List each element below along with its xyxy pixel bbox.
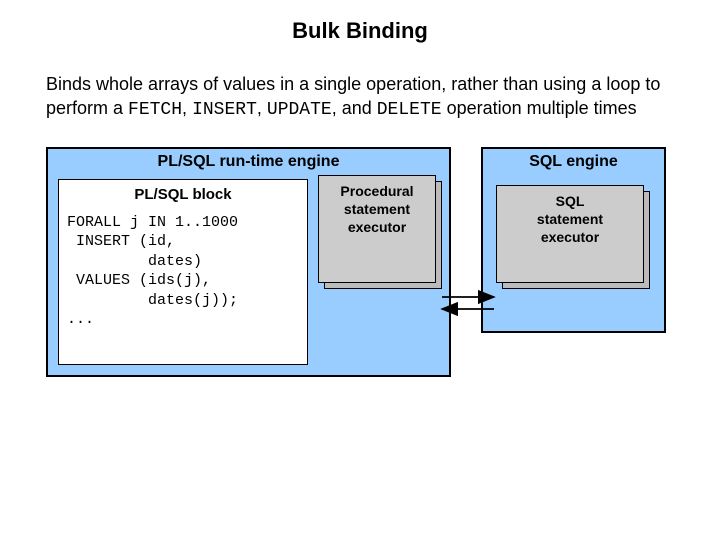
desc-suffix: operation multiple times: [442, 98, 637, 118]
kw-delete: DELETE: [377, 100, 442, 120]
procedural-executor-box: Procedural statement executor: [318, 175, 442, 289]
desc-sep2: ,: [257, 98, 267, 118]
plsql-block: PL/SQL block FORALL j IN 1..1000 INSERT …: [58, 179, 308, 365]
plsql-block-label: PL/SQL block: [67, 186, 299, 203]
page-title: Bulk Binding: [0, 18, 720, 44]
plsql-code: FORALL j IN 1..1000 INSERT (id, dates) V…: [67, 213, 299, 330]
sql-executor-box: SQL statement executor: [496, 185, 650, 289]
kw-fetch: FETCH: [128, 100, 182, 120]
desc-sep3: , and: [332, 98, 377, 118]
kw-update: UPDATE: [267, 100, 332, 120]
procedural-executor-label: Procedural statement executor: [318, 175, 436, 283]
diagram: PL/SQL run-time engine PL/SQL block FORA…: [46, 147, 674, 407]
plsql-engine-label: PL/SQL run-time engine: [48, 153, 449, 171]
sql-engine-label: SQL engine: [483, 153, 664, 171]
kw-insert: INSERT: [192, 100, 257, 120]
sql-executor-label: SQL statement executor: [496, 185, 644, 283]
desc-sep1: ,: [182, 98, 192, 118]
description: Binds whole arrays of values in a single…: [46, 72, 674, 123]
